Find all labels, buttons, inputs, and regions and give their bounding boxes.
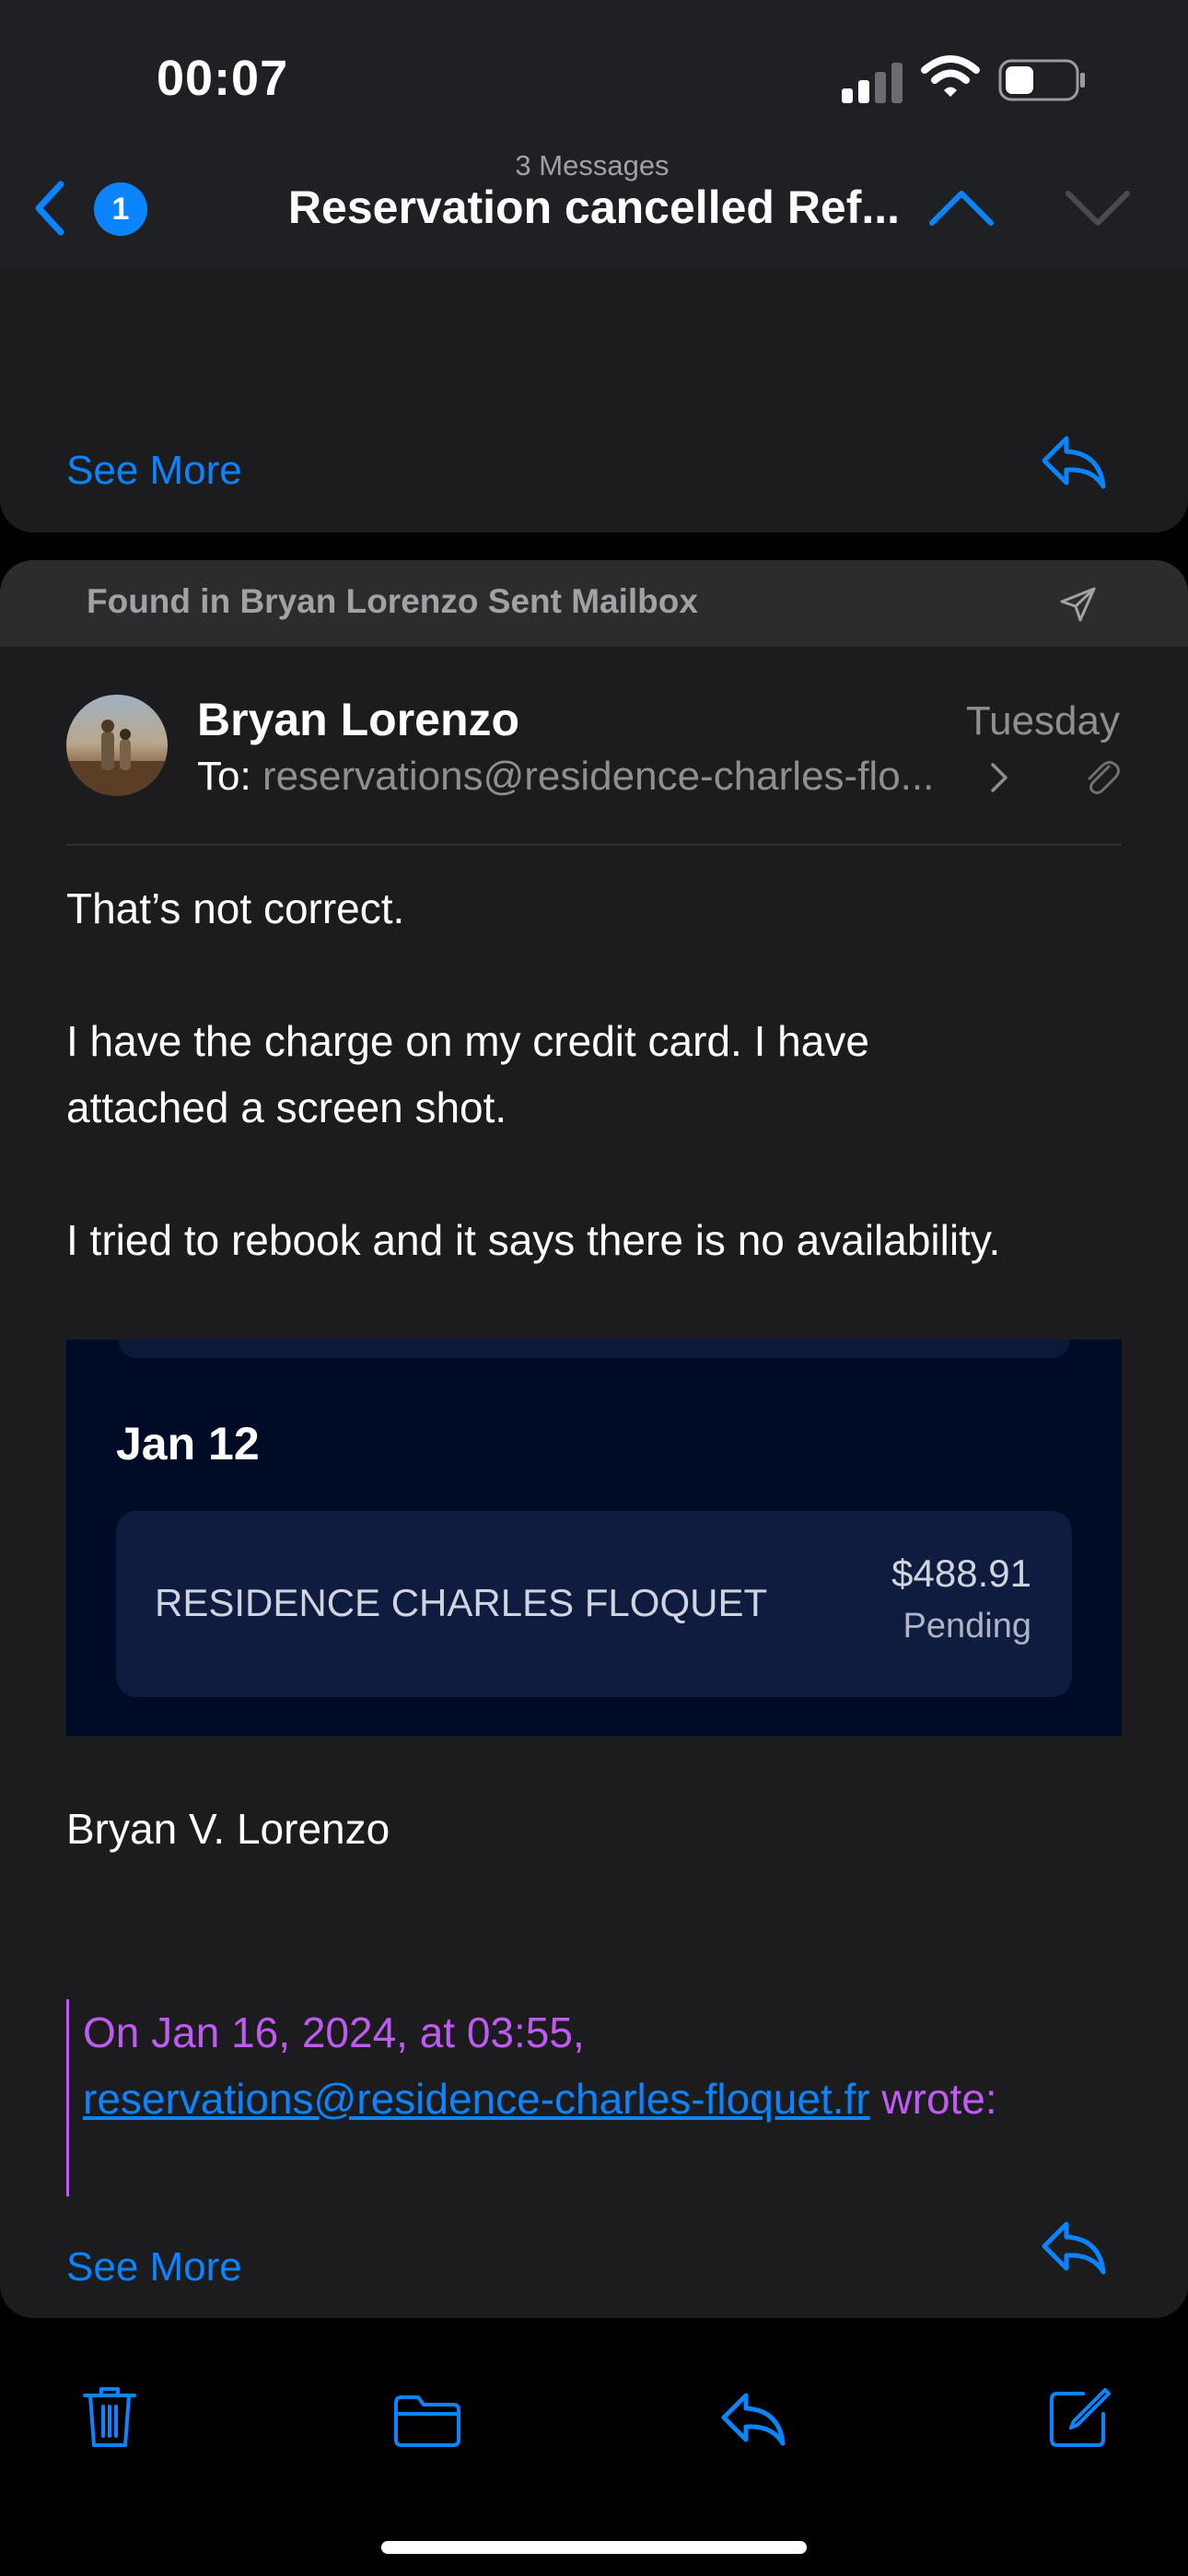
quoted-header: On Jan 16, 2024, at 03:55, reservations@… (83, 1999, 997, 2132)
to-label: To: (197, 754, 251, 799)
back-chevron-icon[interactable] (31, 181, 68, 236)
next-message-icon[interactable] (1063, 184, 1133, 232)
body-paragraph-3: I tried to rebook and it says there is n… (66, 1216, 1001, 1264)
transaction-date: Jan 12 (116, 1418, 260, 1469)
avatar[interactable] (66, 695, 168, 796)
paperclip-icon (1088, 760, 1120, 795)
message-date: Tuesday (965, 698, 1120, 744)
body-paragraph-1: That’s not correct. (66, 884, 405, 932)
transaction-status: Pending (903, 1607, 1031, 1645)
reply-icon[interactable] (1039, 2219, 1109, 2277)
chevron-right-icon[interactable] (989, 761, 1009, 794)
screenshot-previous-row (118, 1340, 1070, 1358)
status-time: 00:07 (157, 51, 289, 106)
body-paragraph-2-line-1: I have the charge on my credit card. I h… (66, 1017, 869, 1065)
quote-wrote: wrote: (869, 2075, 997, 2123)
signature: Bryan V. Lorenzo (66, 1805, 390, 1853)
found-in-text: Found in Bryan Lorenzo Sent Mailbox (87, 582, 698, 620)
recipient-line[interactable]: To: reservations@residence-charles-flo..… (197, 754, 934, 800)
transaction-merchant: RESIDENCE CHARLES FLOQUET (155, 1581, 768, 1624)
reply-icon[interactable] (718, 2390, 788, 2449)
cellular-signal-icon (842, 63, 903, 103)
attached-screenshot[interactable]: Jan 12 RESIDENCE CHARLES FLOQUET $488.91… (66, 1340, 1122, 1736)
folder-icon[interactable] (392, 2394, 462, 2449)
unread-badge[interactable]: 1 (94, 182, 147, 236)
header-divider (66, 844, 1122, 846)
quote-email-link[interactable]: reservations@residence-charles-floquet.f… (83, 2075, 870, 2123)
transaction-row: RESIDENCE CHARLES FLOQUET $488.91 Pendin… (116, 1511, 1072, 1697)
home-indicator[interactable] (381, 2541, 807, 2554)
transaction-amount: $488.91 (891, 1551, 1031, 1595)
see-more-link[interactable]: See More (66, 448, 242, 494)
battery-icon (998, 59, 1085, 101)
message-card-previous: See More (0, 269, 1188, 533)
reply-icon[interactable] (1039, 433, 1109, 492)
message-card-current: Found in Bryan Lorenzo Sent Mailbox Brya… (0, 560, 1188, 2318)
previous-message-icon[interactable] (926, 184, 996, 232)
quote-date-line: On Jan 16, 2024, at 03:55, (83, 2008, 585, 2056)
sender-name[interactable]: Bryan Lorenzo (197, 693, 519, 746)
quote-bar (66, 1999, 69, 2196)
quote-sender-line: reservations@residence-charles-floquet.f… (83, 2066, 997, 2132)
body-paragraph-2-line-2: attached a screen shot. (66, 1083, 507, 1131)
sent-paper-plane-icon (1060, 587, 1096, 622)
see-more-link[interactable]: See More (66, 2244, 242, 2290)
compose-icon[interactable] (1046, 2386, 1111, 2451)
trash-icon[interactable] (81, 2384, 138, 2449)
recipient-address[interactable]: reservations@residence-charles-flo... (262, 754, 934, 799)
thread-title: Reservation cancelled Ref... (287, 181, 901, 233)
message-count: 3 Messages (515, 149, 670, 181)
wifi-icon (921, 55, 980, 97)
